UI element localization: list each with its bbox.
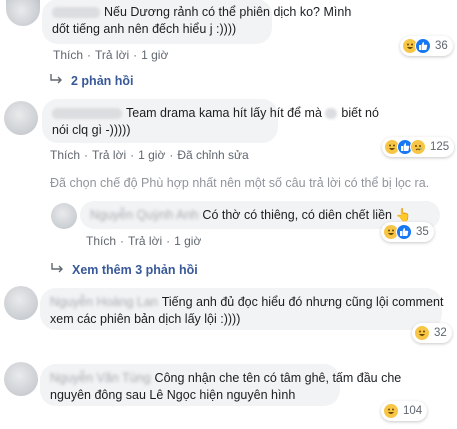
comment-text-line: xem các phiên bản dịch lấy lội :)))): [50, 312, 241, 326]
avatar[interactable]: [4, 101, 38, 135]
view-replies-link[interactable]: 2 phản hồi: [49, 74, 134, 88]
reaction-summary[interactable]: 125: [382, 137, 455, 157]
reaction-count: 35: [416, 226, 429, 238]
comment-text-line: Công nhận che tên có tâm ghê, tấm đầu ch…: [154, 371, 402, 385]
reply-text: Có thờ có thiêng, có diên chết liền: [202, 208, 392, 222]
like-link[interactable]: Thích: [50, 148, 80, 162]
comment-actions: Thích · Trả lời · 1 giờ · Đã chỉnh sửa: [50, 148, 249, 162]
comment-text-line: nói clq gì -))))): [52, 123, 131, 137]
reaction-count: 32: [434, 327, 447, 339]
commenter-name[interactable]: Nguyễn Hoàng Lan: [50, 295, 158, 309]
reply-link[interactable]: Trả lời: [95, 48, 129, 62]
reaction-summary[interactable]: 32: [412, 323, 452, 343]
sad-emoji-icon: [410, 139, 426, 155]
reply-link[interactable]: Trả lời: [92, 148, 126, 162]
comment-text-line: dốt tiếng anh nên đếch hiểu j :)))): [52, 22, 237, 36]
comment-bubble: Nếu Dương rảnh có thể phiên dịch ko? Mìn…: [42, 0, 351, 44]
pointing-up-emoji: 👆: [395, 208, 412, 222]
more-replies-label[interactable]: Xem thêm 3 phản hồi: [72, 263, 198, 277]
reply-arrow-icon: [50, 263, 64, 277]
comment-bubble: Team drama kama hít lấy hít để mà biết n…: [42, 99, 379, 143]
avatar[interactable]: [51, 203, 77, 229]
like-emoji-icon: [415, 38, 431, 54]
reply-arrow-icon: [49, 74, 63, 88]
commenter-name[interactable]: Nguyễn Quỳnh Anh: [90, 208, 198, 222]
like-link[interactable]: Thích: [53, 48, 83, 62]
commenter-name[interactable]: [52, 7, 100, 19]
reaction-count: 36: [435, 40, 448, 52]
edited-label[interactable]: Đã chỉnh sửa: [177, 148, 248, 162]
comment-bubble: Nguyễn Hoàng Lan Tiếng anh đủ đọc hiểu đó…: [40, 288, 444, 330]
reaction-summary[interactable]: 35: [381, 222, 434, 242]
timestamp[interactable]: 1 giờ: [138, 148, 165, 162]
like-link[interactable]: Thích: [86, 234, 116, 248]
replies-count-label[interactable]: 2 phản hồi: [71, 74, 134, 88]
reply-actions: Thích · Trả lời · 1 giờ: [86, 234, 202, 248]
avatar[interactable]: [4, 286, 38, 320]
comment-text-line: biết nó: [341, 106, 379, 120]
reaction-summary[interactable]: 36: [400, 36, 453, 56]
timestamp[interactable]: 1 giờ: [141, 48, 168, 62]
timestamp[interactable]: 1 giờ: [174, 234, 201, 248]
comment-text-line: Tiếng anh đủ đọc hiểu đó nhưng cũng lội …: [161, 295, 444, 309]
commenter-name[interactable]: Nguyễn Văn Tùng: [50, 371, 151, 385]
like-emoji-icon: [396, 224, 412, 240]
reply-link[interactable]: Trả lời: [128, 234, 162, 248]
comment-bubble: Nguyễn Văn Tùng Công nhận che tên có tâm …: [40, 364, 401, 406]
commenter-name[interactable]: [52, 108, 122, 120]
haha-emoji-icon: [414, 325, 430, 341]
avatar[interactable]: [6, 0, 40, 26]
comment-text-line: Team drama kama hít lấy hít để mà: [126, 106, 326, 120]
reaction-summary[interactable]: 104: [381, 401, 428, 421]
comment-text-line: Nếu Dương rảnh có thể phiên dịch ko? Mìn…: [104, 5, 352, 19]
more-replies-link[interactable]: Xem thêm 3 phản hồi: [50, 263, 198, 277]
reaction-count: 125: [430, 141, 450, 153]
comment-actions: Thích · Trả lời · 1 giờ: [53, 48, 169, 62]
haha-emoji-icon: [383, 403, 399, 419]
reaction-count: 104: [403, 405, 423, 417]
comment-text-line: nguyên đông sau Lê Ngọc hiện nguyên hình: [50, 388, 296, 402]
filter-notice: Đã chọn chế độ Phù hợp nhất nên một số c…: [50, 176, 430, 190]
avatar[interactable]: [4, 362, 38, 396]
